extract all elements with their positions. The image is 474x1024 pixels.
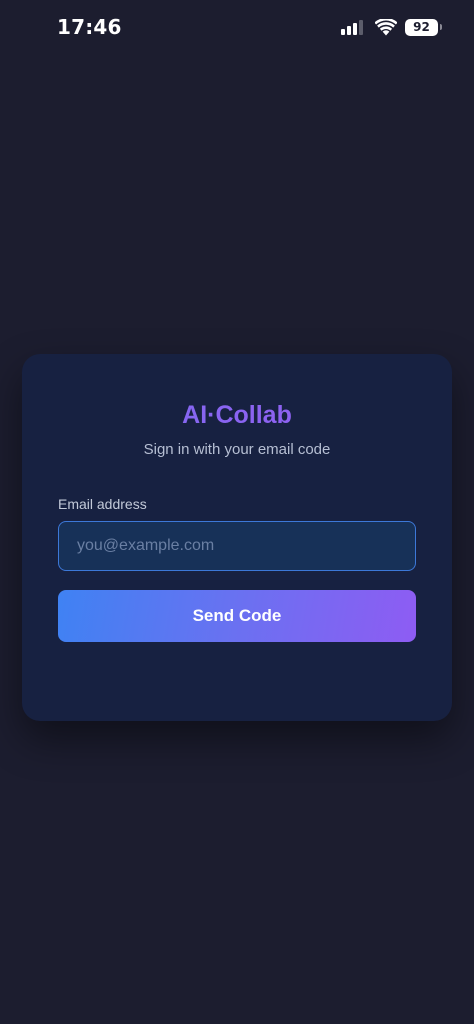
send-code-button[interactable]: Send Code (58, 590, 416, 642)
battery-icon: 92 (405, 18, 442, 36)
status-time: 17:46 (57, 15, 122, 39)
app-subtitle: Sign in with your email code (143, 441, 331, 458)
login-screen: 17:46 92 AI·Collab Sign in with your ema… (0, 0, 474, 1024)
email-input[interactable] (58, 521, 416, 571)
wifi-icon (375, 18, 397, 35)
email-label: Email address (58, 496, 147, 512)
battery-level: 92 (413, 20, 430, 34)
cellular-signal-icon (341, 19, 367, 35)
login-card: AI·Collab Sign in with your email code E… (22, 354, 452, 721)
status-icons: 92 (341, 16, 442, 38)
status-bar: 17:46 92 (0, 0, 474, 54)
app-title: AI·Collab (22, 400, 452, 430)
